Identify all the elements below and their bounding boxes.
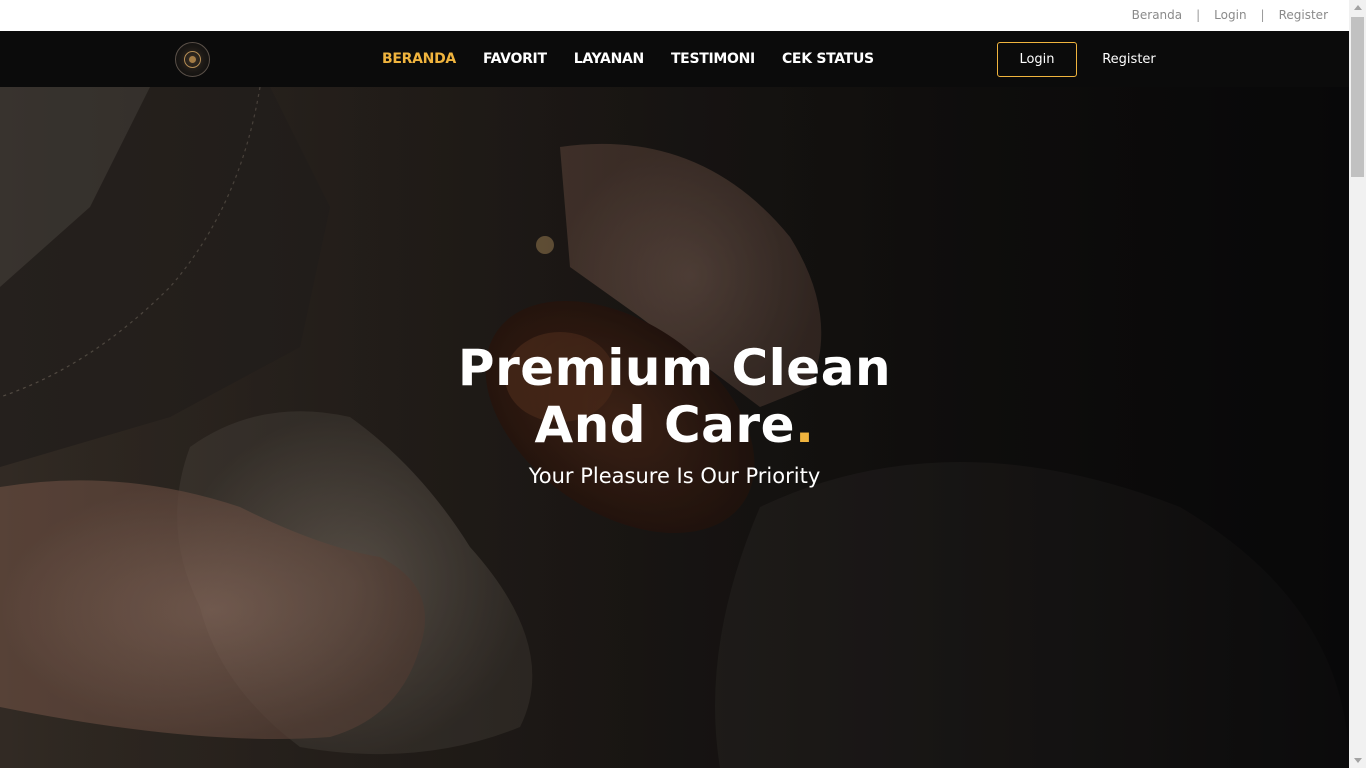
nav-item-favorit[interactable]: FAVORIT: [483, 51, 547, 67]
top-links: Beranda | Login | Register: [1132, 8, 1328, 22]
scrollbar-thumb[interactable]: [1351, 17, 1364, 177]
top-link-beranda[interactable]: Beranda: [1132, 8, 1182, 22]
separator: |: [1260, 8, 1265, 22]
nav-item-layanan[interactable]: LAYANAN: [574, 51, 645, 67]
logo-emblem: [184, 51, 201, 68]
nav-item-beranda[interactable]: BERANDA: [382, 51, 456, 67]
hero-title-line2-wrap: And Care.: [0, 397, 1349, 454]
nav-item-cek-status[interactable]: CEK STATUS: [782, 51, 874, 67]
top-link-login[interactable]: Login: [1214, 8, 1246, 22]
nav-item-testimoni[interactable]: TESTIMONI: [671, 51, 755, 67]
hero-title: Premium Clean And Care.: [0, 340, 1349, 454]
register-button[interactable]: Register: [1098, 42, 1160, 77]
scroll-down-icon[interactable]: [1354, 758, 1362, 763]
vertical-scrollbar[interactable]: [1349, 0, 1366, 768]
main-nav: BERANDA FAVORIT LAYANAN TESTIMONI CEK ST…: [382, 31, 901, 87]
hero-subtitle: Your Pleasure Is Our Priority: [528, 464, 821, 488]
hero-title-line1: Premium Clean: [457, 339, 892, 397]
scroll-up-icon[interactable]: [1354, 5, 1362, 10]
login-button[interactable]: Login: [997, 42, 1077, 77]
hero-section: Premium Clean And Care. Your Pleasure Is…: [0, 87, 1349, 768]
main-navbar: BERANDA FAVORIT LAYANAN TESTIMONI CEK ST…: [0, 31, 1349, 87]
hero-title-accent-dot: .: [795, 396, 815, 454]
page: Beranda | Login | Register BERANDA FAVORIT L…: [0, 0, 1349, 768]
top-link-register[interactable]: Register: [1279, 8, 1328, 22]
brand-logo-icon[interactable]: [175, 42, 210, 77]
separator: |: [1196, 8, 1201, 22]
top-utility-bar: Beranda | Login | Register: [0, 0, 1349, 31]
hero-title-line2: And Care: [534, 396, 795, 454]
